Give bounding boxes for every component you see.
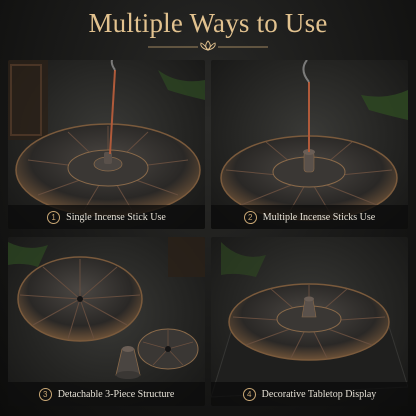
detachable-parts-image	[8, 237, 205, 379]
usage-grid: 1 Single Incense Stick Use 2 Multiple In…	[8, 60, 408, 406]
caption-bar: 2 Multiple Incense Sticks Use	[211, 205, 408, 229]
panel-caption: Detachable 3-Piece Structure	[57, 388, 175, 400]
caption-bar: 3 Detachable 3-Piece Structure	[8, 382, 205, 406]
step-number-badge: 3	[38, 387, 52, 401]
panel-single-stick: 1 Single Incense Stick Use	[8, 60, 205, 229]
panel-multiple-sticks: 2 Multiple Incense Sticks Use	[211, 60, 408, 229]
step-number-badge: 2	[243, 210, 257, 224]
panel-tabletop-display: 4 Decorative Tabletop Display	[211, 237, 408, 406]
panel-caption: Decorative Tabletop Display	[261, 388, 377, 400]
caption-bar: 4 Decorative Tabletop Display	[211, 382, 408, 406]
step-number-badge: 1	[47, 210, 61, 224]
panel-caption: Single Incense Stick Use	[66, 211, 166, 223]
lotus-icon	[148, 40, 268, 51]
tabletop-display-image	[211, 242, 408, 398]
single-stick-burner-image	[8, 60, 205, 217]
page-title: Multiple Ways to Use	[88, 8, 328, 38]
panel-detachable-structure: 3 Detachable 3-Piece Structure	[8, 237, 205, 406]
step-number-badge: 4	[242, 387, 256, 401]
caption-bar: 1 Single Incense Stick Use	[8, 205, 205, 229]
panel-caption: Multiple Incense Sticks Use	[262, 211, 376, 223]
multiple-sticks-burner-image	[220, 60, 408, 221]
header: Multiple Ways to Use	[0, 0, 416, 56]
